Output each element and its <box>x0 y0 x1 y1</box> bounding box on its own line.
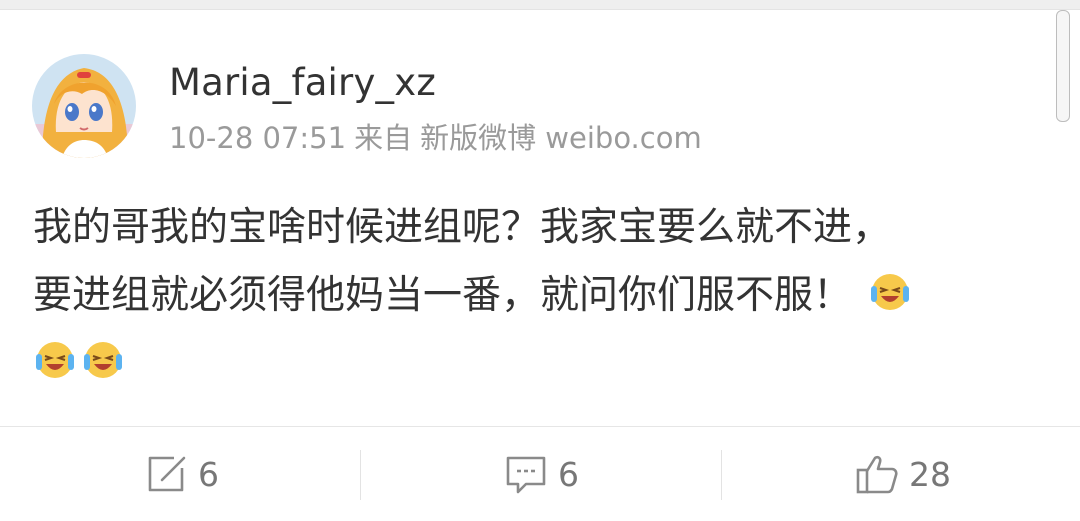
action-separator <box>360 450 361 500</box>
comment-bubble-icon <box>504 452 548 496</box>
post-meta: 10-28 07:51 来自 新版微博 weibo.com <box>169 115 710 157</box>
post-text-line-1: 我的哥我的宝啥时候进组呢？我家宝要么就不进， <box>33 205 892 250</box>
action-separator <box>721 450 722 500</box>
edit-share-icon <box>144 452 188 496</box>
thumbs-up-icon <box>855 452 899 496</box>
post-source[interactable]: 新版微博 weibo.com <box>420 121 702 155</box>
repost-button[interactable]: 6 <box>144 450 219 498</box>
comment-count: 6 <box>558 454 579 494</box>
laugh-cry-emoji-icon <box>868 270 912 314</box>
action-bar-divider <box>0 426 1080 427</box>
username[interactable]: Maria_fairy_xz <box>169 61 436 104</box>
avatar[interactable] <box>32 54 136 158</box>
post-text-line-2: 要进组就必须得他妈当一番，就问你们服不服！ <box>33 273 853 318</box>
post-text-line-3 <box>33 330 1043 398</box>
scrollbar-thumb[interactable] <box>1056 10 1070 122</box>
repost-count: 6 <box>198 454 219 494</box>
avatar-image <box>32 54 136 158</box>
comment-button[interactable]: 6 <box>504 450 579 498</box>
post-timestamp: 10-28 07:51 <box>169 121 347 155</box>
post-text: 我的哥我的宝啥时候进组呢？我家宝要么就不进， 要进组就必须得他妈当一番，就问你们… <box>33 194 1043 398</box>
like-count: 28 <box>909 454 951 494</box>
top-strip <box>0 0 1080 10</box>
post-text-line-2-wrap: 要进组就必须得他妈当一番，就问你们服不服！ <box>33 262 1043 330</box>
laugh-cry-emoji-icon <box>81 338 125 382</box>
like-button[interactable]: 28 <box>855 450 951 498</box>
laugh-cry-emoji-icon <box>33 338 77 382</box>
weibo-post-card: Maria_fairy_xz 10-28 07:51 来自 新版微博 weibo.c… <box>0 10 1080 521</box>
post-source-prefix: 来自 <box>354 121 413 155</box>
